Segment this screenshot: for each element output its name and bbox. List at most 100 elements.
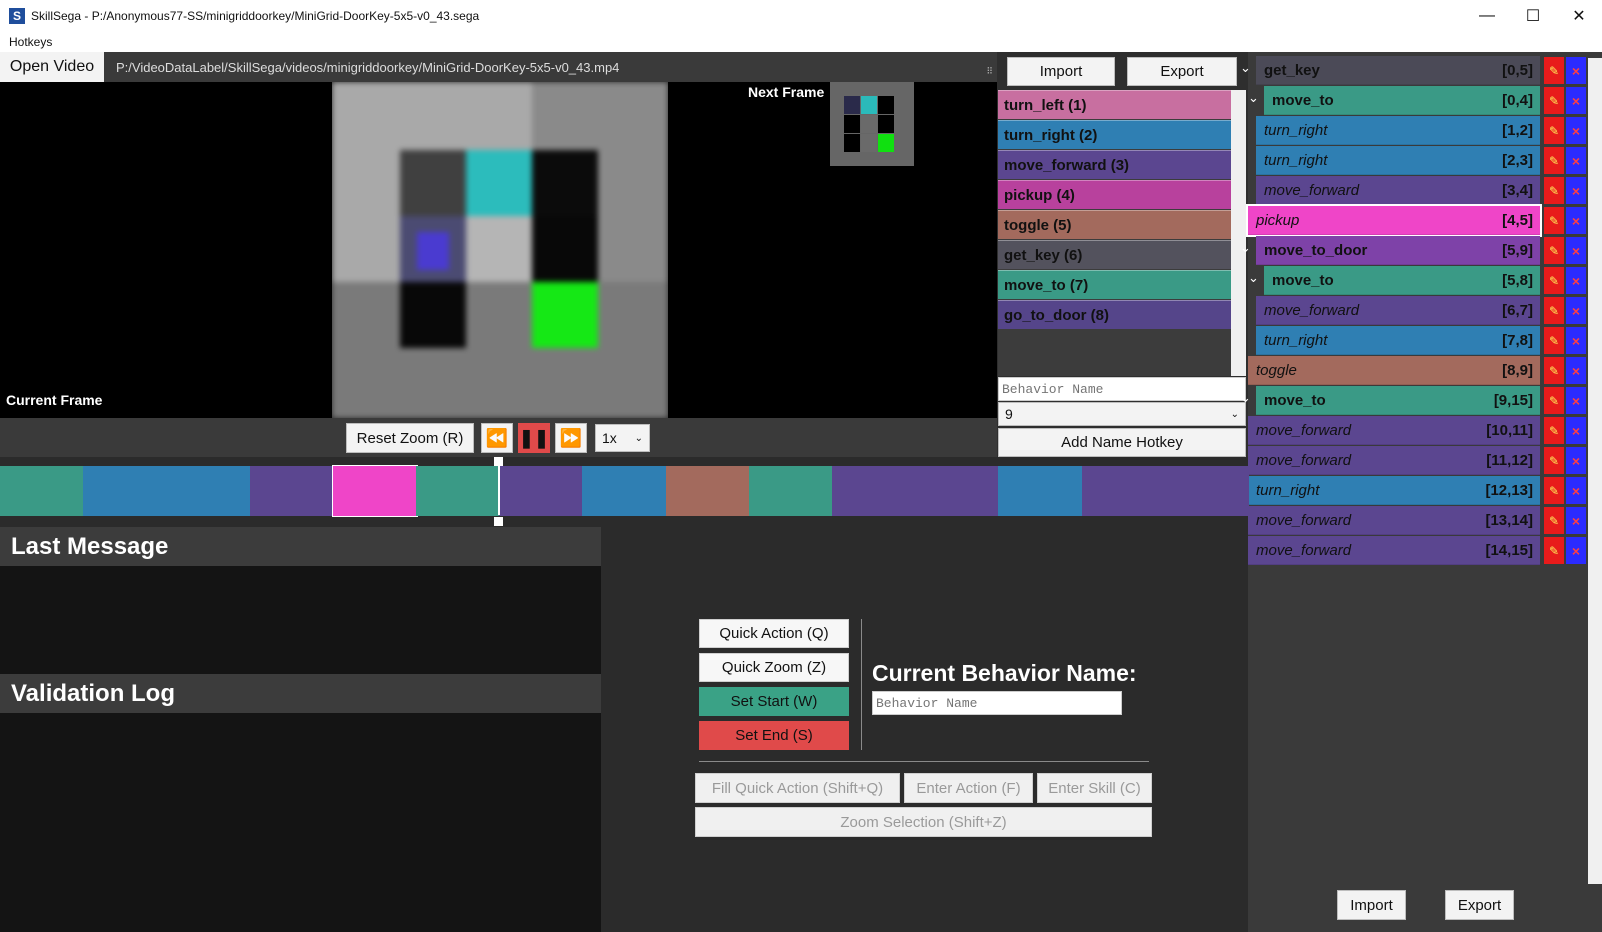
timeline-segment[interactable] [83,466,168,516]
timeline-cursor[interactable] [498,459,500,515]
tree-row[interactable]: pickup [4,5] ✎ × [1246,204,1586,237]
edit-icon[interactable]: ✎ [1544,237,1564,264]
timeline-segment[interactable] [832,466,917,516]
tree-row[interactable]: toggle [8,9] ✎ × [1248,356,1586,385]
delete-icon[interactable]: × [1566,147,1586,174]
tree-row[interactable]: ⌄ move_to [0,4] ✎ × [1248,86,1586,115]
behavior-item[interactable]: go_to_door (8) [998,300,1231,329]
edit-icon[interactable]: ✎ [1544,507,1564,534]
tree-row[interactable]: move_forward [10,11] ✎ × [1248,416,1586,445]
timeline-cursor-handle-bottom[interactable] [494,517,503,526]
chevron-down-icon[interactable]: ⌄ [1240,60,1251,76]
edit-icon[interactable]: ✎ [1544,57,1564,84]
tree-scrollbar[interactable] [1588,58,1602,884]
edit-icon[interactable]: ✎ [1544,537,1564,564]
tree-row[interactable]: ⌄ get_key [0,5] ✎ × [1240,56,1586,85]
pause-icon[interactable]: ❚❚ [518,423,550,453]
behavior-item[interactable]: move_to (7) [998,270,1231,299]
current-behavior-input[interactable] [872,691,1122,715]
timeline-segment[interactable] [1081,466,1166,516]
behavior-item[interactable]: pickup (4) [998,180,1231,209]
tree-row[interactable]: ⌄ move_to [9,15] ✎ × [1240,386,1586,415]
edit-icon[interactable]: ✎ [1544,357,1564,384]
edit-icon[interactable]: ✎ [1544,417,1564,444]
edit-icon[interactable]: ✎ [1544,327,1564,354]
edit-icon[interactable]: ✎ [1544,147,1564,174]
edit-icon[interactable]: ✎ [1544,477,1564,504]
delete-icon[interactable]: × [1566,537,1586,564]
delete-icon[interactable]: × [1566,177,1586,204]
delete-icon[interactable]: × [1566,207,1586,234]
tree-import-button[interactable]: Import [1337,890,1406,920]
reset-zoom-button[interactable]: Reset Zoom (R) [346,423,474,453]
behavior-item[interactable]: turn_right (2) [998,120,1231,149]
edit-icon[interactable]: ✎ [1544,387,1564,414]
delete-icon[interactable]: × [1566,507,1586,534]
maximize-icon[interactable]: ☐ [1510,0,1556,32]
set-end-button[interactable]: Set End (S) [699,721,849,750]
timeline-segment[interactable] [582,466,667,516]
timeline-segment[interactable] [166,466,251,516]
zoom-selection-button[interactable]: Zoom Selection (Shift+Z) [695,807,1152,837]
tree-row[interactable]: ⌄ move_to [5,8] ✎ × [1248,266,1586,295]
tree-row[interactable]: turn_right [1,2] ✎ × [1256,116,1586,145]
timeline[interactable] [0,457,1249,526]
behavior-item[interactable]: toggle (5) [998,210,1231,239]
delete-icon[interactable]: × [1566,237,1586,264]
chevron-down-icon[interactable]: ⌄ [1248,90,1259,106]
quick-zoom-button[interactable]: Quick Zoom (Z) [699,653,849,682]
timeline-segment[interactable] [998,466,1083,516]
tree-row[interactable]: move_forward [6,7] ✎ × [1256,296,1586,325]
behavior-export-button[interactable]: Export [1127,57,1237,86]
tree-row[interactable]: turn_right [2,3] ✎ × [1256,146,1586,175]
delete-icon[interactable]: × [1566,267,1586,294]
delete-icon[interactable]: × [1566,477,1586,504]
timeline-segment[interactable] [249,466,334,516]
rewind-icon[interactable]: ⏪ [481,423,513,453]
behavior-item[interactable]: get_key (6) [998,240,1231,269]
enter-skill-button[interactable]: Enter Skill (C) [1037,773,1152,803]
tree-row[interactable]: move_forward [3,4] ✎ × [1256,176,1586,205]
timeline-segment[interactable] [0,466,85,516]
timeline-segment[interactable] [748,466,833,516]
open-video-button[interactable]: Open Video [0,52,104,82]
edit-icon[interactable]: ✎ [1544,87,1564,114]
timeline-segment[interactable] [416,466,501,516]
enter-action-button[interactable]: Enter Action (F) [904,773,1033,803]
behavior-list-scrollbar[interactable] [1231,90,1246,376]
tree-row[interactable]: turn_right [7,8] ✎ × [1256,326,1586,355]
tree-row[interactable]: ⌄ move_to_door [5,9] ✎ × [1240,236,1586,265]
tree-export-button[interactable]: Export [1445,890,1514,920]
tree-row[interactable]: move_forward [14,15] ✎ × [1248,536,1586,565]
edit-icon[interactable]: ✎ [1544,207,1564,234]
behavior-name-input[interactable] [998,377,1246,401]
quick-action-button[interactable]: Quick Action (Q) [699,619,849,648]
timeline-segment[interactable] [499,466,584,516]
behavior-item[interactable]: move_forward (3) [998,150,1231,179]
tree-row[interactable]: turn_right [12,13] ✎ × [1248,476,1586,505]
behavior-item[interactable]: turn_left (1) [998,90,1231,119]
delete-icon[interactable]: × [1566,57,1586,84]
behavior-import-button[interactable]: Import [1007,57,1115,86]
edit-icon[interactable]: ✎ [1544,297,1564,324]
hotkey-select[interactable]: 9 ⌄ [998,402,1246,426]
tree-row[interactable]: move_forward [13,14] ✎ × [1248,506,1586,535]
chevron-down-icon[interactable]: ⌄ [1240,390,1251,406]
edit-icon[interactable]: ✎ [1544,267,1564,294]
menu-hotkeys[interactable]: Hotkeys [9,35,52,49]
timeline-segment[interactable] [665,466,750,516]
fill-quick-action-button[interactable]: Fill Quick Action (Shift+Q) [695,773,900,803]
delete-icon[interactable]: × [1566,357,1586,384]
resize-grip-icon[interactable]: ⠿ [986,66,993,77]
chevron-down-icon[interactable]: ⌄ [1248,270,1259,286]
set-start-button[interactable]: Set Start (W) [699,687,849,716]
edit-icon[interactable]: ✎ [1544,447,1564,474]
fast-forward-icon[interactable]: ⏩ [555,423,587,453]
speed-select[interactable]: 1x ⌄ [595,424,650,452]
delete-icon[interactable]: × [1566,387,1586,414]
chevron-down-icon[interactable]: ⌄ [1240,240,1251,256]
close-icon[interactable]: ✕ [1556,0,1602,32]
timeline-segment[interactable] [915,466,1000,516]
delete-icon[interactable]: × [1566,117,1586,144]
edit-icon[interactable]: ✎ [1544,177,1564,204]
